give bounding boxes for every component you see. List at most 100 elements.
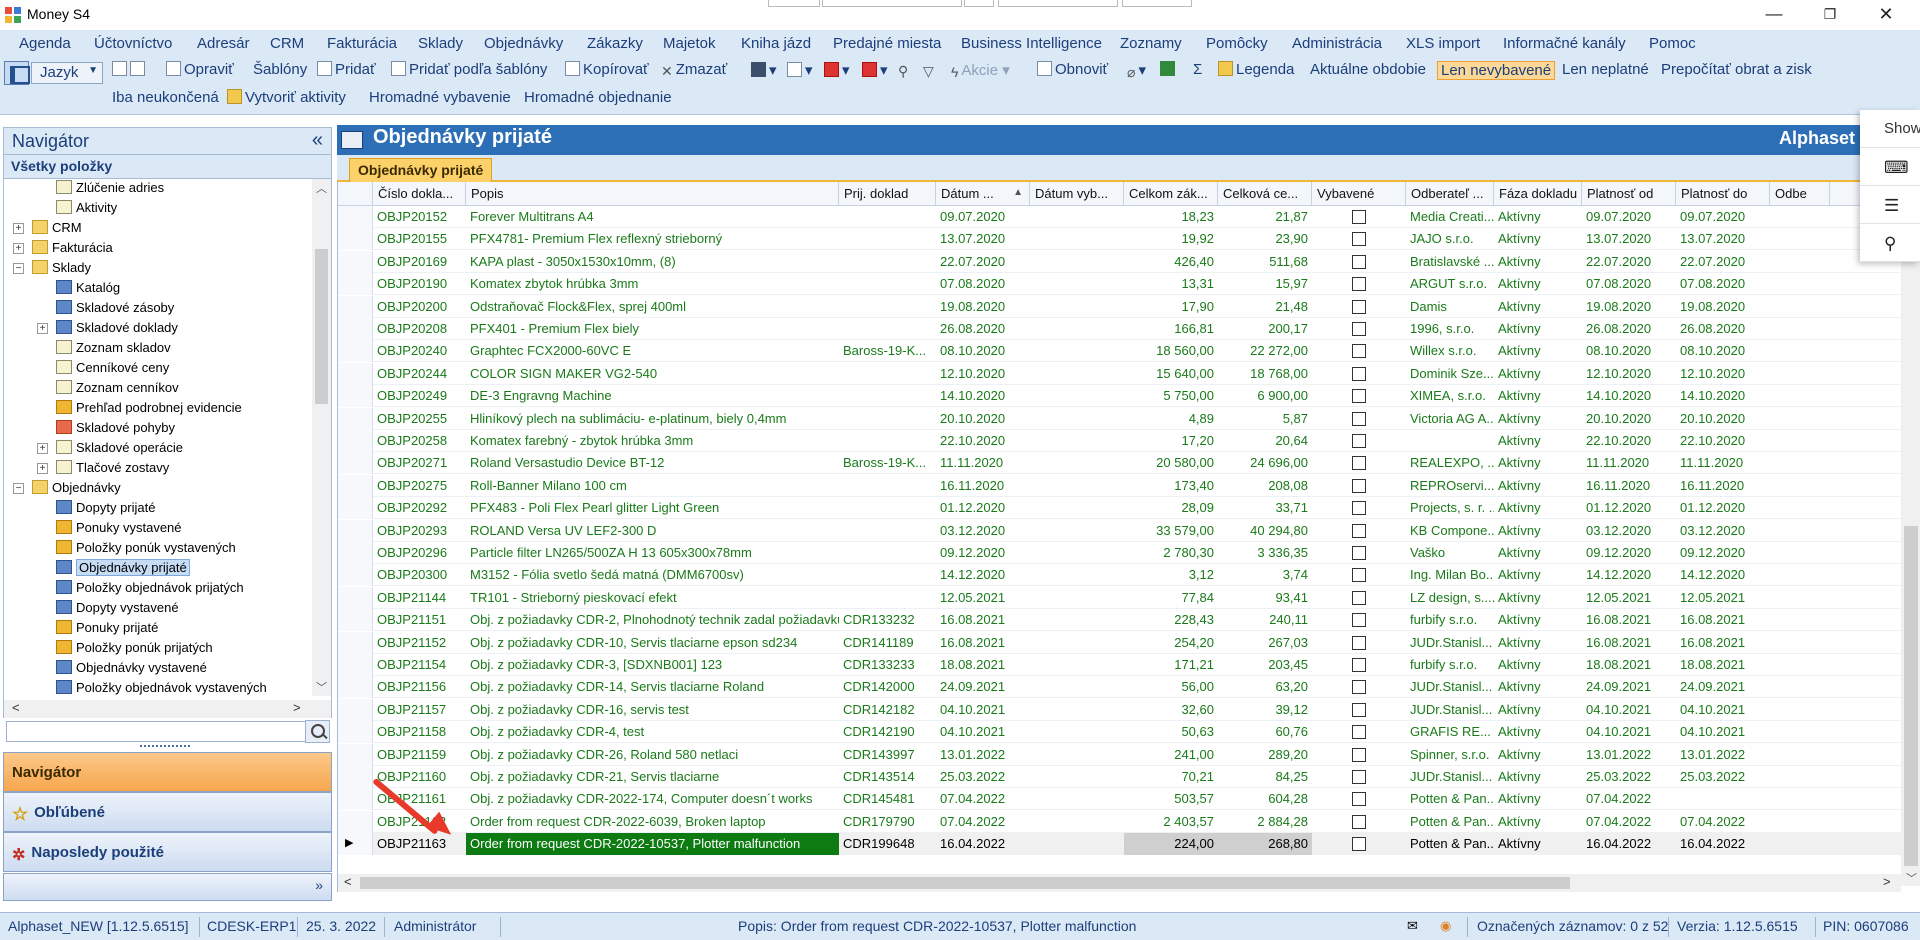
vybavene-checkbox[interactable]: [1352, 456, 1366, 471]
table-cell[interactable]: Obj. z požiadavky CDR-3, [SDXNB001] 123: [466, 654, 839, 676]
table-cell[interactable]: 13.07.2020: [1676, 228, 1770, 250]
table-cell[interactable]: [1030, 699, 1124, 721]
table-cell[interactable]: Willex s.r.o.: [1406, 340, 1494, 362]
table-cell[interactable]: Potten & Pan...: [1406, 811, 1494, 833]
table-cell[interactable]: 24.09.2021: [936, 676, 1030, 698]
table-cell[interactable]: Aktívny: [1494, 676, 1582, 698]
row-indicator[interactable]: [338, 519, 373, 542]
row-indicator[interactable]: [338, 318, 373, 340]
table-cell[interactable]: PFX4781- Premium Flex reflexný strieborn…: [466, 228, 839, 250]
table-cell[interactable]: 22.10.2020: [1676, 430, 1770, 452]
navigator-all-items[interactable]: Všetky položky: [3, 155, 332, 179]
table-cell[interactable]: JUDr.Stanisl...: [1406, 676, 1494, 698]
column-header[interactable]: Fáza dokladu: [1494, 182, 1582, 206]
close-button[interactable]: ✕: [1858, 0, 1914, 30]
table-row[interactable]: OBJP20190 Komatex zbytok hrúbka 3mm 07.08.…: [338, 273, 1920, 296]
table-cell[interactable]: 04.10.2021: [1582, 699, 1676, 721]
tree-item[interactable]: Sklady: [32, 260, 91, 280]
table-cell[interactable]: 03.12.2020: [936, 520, 1030, 542]
table-cell[interactable]: [1030, 676, 1124, 698]
table-cell[interactable]: 2 403,57: [1124, 811, 1218, 833]
row-indicator[interactable]: [338, 407, 373, 430]
table-cell[interactable]: 07.08.2020: [936, 273, 1030, 295]
table-cell[interactable]: 16.08.2021: [936, 632, 1030, 654]
vybavene-checkbox[interactable]: [1352, 344, 1366, 359]
table-cell[interactable]: 20 580,00: [1124, 452, 1218, 474]
vybavene-checkbox[interactable]: [1352, 277, 1366, 292]
add-from-template-button[interactable]: Pridať podľa šablóny: [391, 61, 547, 78]
table-cell[interactable]: OBJP20271: [373, 452, 466, 474]
table-cell[interactable]: 511,68: [1218, 251, 1312, 273]
table-cell[interactable]: [1030, 318, 1124, 340]
table-cell[interactable]: 84,25: [1218, 766, 1312, 788]
scroll-down-icon[interactable]: ﹀: [1906, 870, 1917, 886]
table-cell[interactable]: Damis: [1406, 296, 1494, 318]
tree-horizontal-scrollbar[interactable]: < >: [3, 700, 332, 718]
sum-button[interactable]: Σ: [1193, 61, 1202, 78]
row-indicator[interactable]: [338, 654, 373, 676]
table-cell[interactable]: 13.07.2020: [936, 228, 1030, 250]
table-cell[interactable]: 18 560,00: [1124, 340, 1218, 362]
table-cell[interactable]: 08.10.2020: [936, 340, 1030, 362]
table-cell[interactable]: OBJP20292: [373, 497, 466, 519]
table-cell[interactable]: [1030, 632, 1124, 654]
tree-item[interactable]: Cenníkové ceny: [56, 360, 169, 380]
table-cell[interactable]: Order from request CDR-2022-10537, Plott…: [466, 833, 839, 856]
tree-item[interactable]: Objednávky: [32, 480, 121, 500]
tree-item[interactable]: Položky objednávok vystavených: [56, 680, 267, 700]
table-cell[interactable]: [839, 408, 936, 430]
maximize-button[interactable]: ❐: [1802, 0, 1858, 30]
table-cell[interactable]: Obj. z požiadavky CDR-4, test: [466, 721, 839, 743]
table-cell[interactable]: [1030, 587, 1124, 609]
bulk-order-button[interactable]: Hromadné objednanie: [524, 89, 672, 106]
table-row[interactable]: OBJP21161 Obj. z požiadavky CDR-2022-174,…: [338, 788, 1920, 811]
table-cell[interactable]: Potten & Pan...: [1406, 788, 1494, 810]
column-header[interactable]: Číslo dokla...: [373, 182, 466, 206]
table-cell[interactable]: 24 696,00: [1218, 452, 1312, 474]
vybavene-checkbox[interactable]: [1352, 254, 1366, 269]
table-cell[interactable]: OBJP21152: [373, 632, 466, 654]
table-cell[interactable]: [1030, 452, 1124, 474]
table-cell[interactable]: GRAFIS RE...: [1406, 721, 1494, 743]
table-cell[interactable]: 26.08.2020: [1676, 318, 1770, 340]
vybavene-checkbox[interactable]: [1352, 658, 1366, 672]
menu-crm[interactable]: CRM: [270, 35, 304, 52]
table-cell[interactable]: 16.04.2022: [1582, 833, 1676, 855]
tree-item[interactable]: Položky ponúk prijatých: [56, 640, 213, 660]
menu-predajne-miesta[interactable]: Predajné miesta: [833, 35, 941, 52]
table-cell[interactable]: [1030, 744, 1124, 766]
table-cell[interactable]: [1030, 609, 1124, 631]
email-pdf-button[interactable]: ▾: [862, 61, 888, 79]
row-indicator[interactable]: [338, 698, 373, 721]
table-cell[interactable]: 07.08.2020: [1582, 273, 1676, 295]
table-cell[interactable]: [839, 273, 936, 295]
table-cell[interactable]: 16.11.2020: [1676, 475, 1770, 497]
table-cell[interactable]: 224,00: [1124, 833, 1218, 856]
tree-item[interactable]: Skladové operácie: [56, 440, 183, 460]
table-cell[interactable]: Komatex zbytok hrúbka 3mm: [466, 273, 839, 295]
table-cell[interactable]: [1030, 251, 1124, 273]
table-cell[interactable]: 241,00: [1124, 744, 1218, 766]
table-cell[interactable]: [1030, 296, 1124, 318]
tree-expander[interactable]: +: [13, 243, 24, 254]
table-cell[interactable]: OBJP20200: [373, 296, 466, 318]
row-indicator[interactable]: [338, 586, 373, 609]
table-cell[interactable]: KAPA plast - 3050x1530x10mm, (8): [466, 251, 839, 273]
tree-item[interactable]: Zoznam cenníkov: [56, 380, 179, 400]
table-cell[interactable]: JUDr.Stanisl...: [1406, 632, 1494, 654]
table-cell[interactable]: [1030, 721, 1124, 743]
scroll-down-icon[interactable]: ﹀: [316, 679, 327, 695]
row-indicator[interactable]: [338, 273, 373, 296]
table-cell[interactable]: 09.12.2020: [936, 542, 1030, 564]
column-header[interactable]: Prij. doklad: [839, 182, 936, 206]
row-indicator[interactable]: [338, 564, 373, 587]
table-cell[interactable]: COLOR SIGN MAKER VG2-540: [466, 363, 839, 385]
table-cell[interactable]: [1030, 520, 1124, 542]
table-cell[interactable]: Dominik Sze...: [1406, 363, 1494, 385]
table-cell[interactable]: 5 750,00: [1124, 385, 1218, 407]
table-cell[interactable]: Obj. z požiadavky CDR-2022-174, Computer…: [466, 788, 839, 810]
table-cell[interactable]: Aktívny: [1494, 363, 1582, 385]
table-cell[interactable]: JUDr.Stanisl...: [1406, 766, 1494, 788]
tree-expander[interactable]: +: [13, 223, 24, 234]
table-cell[interactable]: 20.10.2020: [1676, 408, 1770, 430]
